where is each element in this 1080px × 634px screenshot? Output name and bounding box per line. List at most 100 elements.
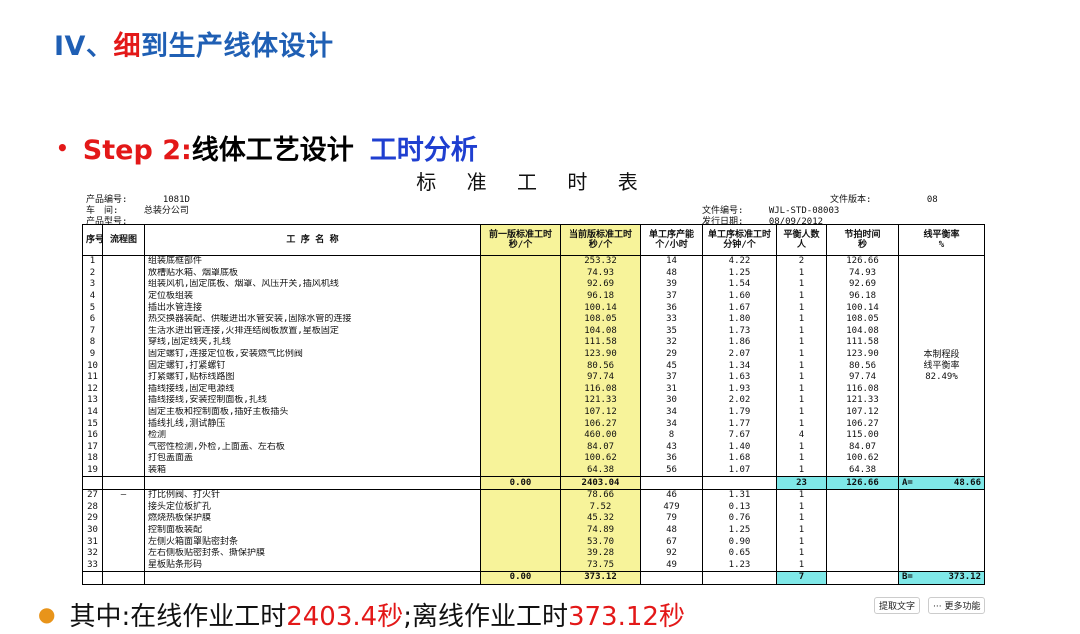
process-name: 左右侧板贴密封条、撕保护膜 xyxy=(144,547,481,560)
table-row: 7 生活水进出管连接,火排连结阀板放置,星板固定 104.08 35 1.73 1 104.… xyxy=(82,325,985,338)
capacity: 45 xyxy=(640,360,703,372)
cur-time: 80.56 xyxy=(560,360,641,372)
table-row: 13 插线接线,安装控制面板,扎线 121.33 30 2.02 1 121.33 xyxy=(82,395,985,407)
row-no: 14 xyxy=(82,406,103,419)
capacity: 56 xyxy=(640,464,703,477)
sum-cur: 2403.04 xyxy=(560,476,641,490)
people: 1 xyxy=(776,418,827,430)
people: 1 xyxy=(776,348,827,361)
flow-cell xyxy=(102,513,145,525)
std-time: 1.67 xyxy=(702,302,777,314)
row-no: 12 xyxy=(82,383,103,396)
table-row: 14 固定主板和控制面板,插好主板插头 107.12 34 1.79 1 107.12 xyxy=(82,406,985,419)
process-name: 气密性检测,外检,上面盖、左右板 xyxy=(144,441,481,454)
std-time: 1.34 xyxy=(702,360,777,372)
process-name: 左侧火箱面罩贴密封条 xyxy=(144,536,481,548)
people: 1 xyxy=(776,267,827,280)
prev-time xyxy=(480,489,561,502)
row-no: 6 xyxy=(82,313,103,326)
sum-blank xyxy=(702,571,777,585)
capacity: 67 xyxy=(640,536,703,548)
process-name: 插出水管连接 xyxy=(144,302,481,314)
balance-note-line: 82.49% xyxy=(925,371,958,382)
col-capacity: 单工序产能 个/小时 xyxy=(640,224,703,256)
more-functions-button[interactable]: ··· 更多功能 xyxy=(928,597,986,614)
std-time: 1.68 xyxy=(702,453,777,465)
sum-balance-value: 48.66 xyxy=(953,477,981,488)
process-name: 热交换器装配、供暖进出水管安装,固除水管的连接 xyxy=(144,313,481,326)
people: 1 xyxy=(776,536,827,548)
cur-time: 100.14 xyxy=(560,302,641,314)
std-time: 7.67 xyxy=(702,429,777,442)
capacity: 33 xyxy=(640,313,703,326)
cur-time: 253.32 xyxy=(560,255,641,268)
process-name: 放槽贴水箱、烟罩底板 xyxy=(144,267,481,280)
beat-time: 111.58 xyxy=(826,337,899,349)
slide-title: IV、细到生产线体设计 xyxy=(54,24,333,63)
extract-text-button[interactable]: 提取文字 xyxy=(874,597,921,614)
beat-time: 97.74 xyxy=(826,371,899,384)
cur-time: 39.28 xyxy=(560,547,641,560)
row-no: 30 xyxy=(82,524,103,537)
people: 1 xyxy=(776,325,827,338)
prev-time xyxy=(480,395,561,407)
row-no: 16 xyxy=(82,429,103,442)
table-row: 12 插线接线,固定电源线 116.08 31 1.93 1 116.08 xyxy=(82,383,985,396)
process-name: 穿线,固定线夹,扎线 xyxy=(144,337,481,349)
beat-time: 64.38 xyxy=(826,464,899,477)
std-time: 1.25 xyxy=(702,524,777,537)
cur-time: 78.66 xyxy=(560,489,641,502)
capacity: 79 xyxy=(640,513,703,525)
process-name: 燃烧热板保护膜 xyxy=(144,513,481,525)
step-heading: • Step 2:线体工艺设计 工时分析 xyxy=(56,128,478,167)
balance-cell xyxy=(898,559,985,572)
sum-row: 0.00 2403.04 23 126.66 A= 48.66 xyxy=(82,476,985,490)
beat-time: 126.66 xyxy=(826,255,899,268)
cur-time: 116.08 xyxy=(560,383,641,396)
cur-time: 73.75 xyxy=(560,559,641,572)
beat-time: 74.93 xyxy=(826,267,899,280)
flow-cell xyxy=(102,406,145,419)
beat-time xyxy=(826,547,899,560)
flow-cell xyxy=(102,547,145,560)
people: 1 xyxy=(776,279,827,291)
row-no: 17 xyxy=(82,441,103,454)
sum-blank xyxy=(640,476,703,490)
standard-time-table: 序号 流程图 工 序 名 称 前一版标准工时 秒/个 当前版标准工时 秒/个 单… xyxy=(82,224,985,585)
prev-time xyxy=(480,290,561,303)
std-time: 1.07 xyxy=(702,464,777,477)
prev-time xyxy=(480,337,561,349)
process-name: 控制面板装配 xyxy=(144,524,481,537)
row-no: 33 xyxy=(82,559,103,572)
people: 1 xyxy=(776,547,827,560)
flow-cell xyxy=(102,559,145,572)
sum-blank xyxy=(82,571,103,585)
flow-cell xyxy=(102,453,145,465)
capacity: 92 xyxy=(640,547,703,560)
beat-time xyxy=(826,489,899,502)
table-row: 30 控制面板装配 74.89 48 1.25 1 xyxy=(82,524,985,537)
flow-cell xyxy=(102,441,145,454)
people: 1 xyxy=(776,453,827,465)
capacity: 35 xyxy=(640,325,703,338)
table-row: 33 星板贴条形码 73.75 49 1.23 1 xyxy=(82,559,985,572)
flow-cell xyxy=(102,429,145,442)
process-name: 插线接线,安装控制面板,扎线 xyxy=(144,395,481,407)
cur-time: 108.05 xyxy=(560,313,641,326)
capacity: 36 xyxy=(640,453,703,465)
summary-online-value: 2403.4秒 xyxy=(286,602,404,632)
prev-time xyxy=(480,547,561,560)
std-time: 1.23 xyxy=(702,559,777,572)
sum-blank xyxy=(144,476,481,490)
table-row: 11 打紧螺钉,贴标线路图 97.74 37 1.63 1 97.74 xyxy=(82,371,985,384)
people: 1 xyxy=(776,337,827,349)
std-time: 2.07 xyxy=(702,348,777,361)
std-time: 1.80 xyxy=(702,313,777,326)
row-no: 31 xyxy=(82,536,103,548)
beat-time: 123.90 xyxy=(826,348,899,361)
title-prefix: IV、 xyxy=(54,31,114,62)
beat-time xyxy=(826,501,899,514)
people: 1 xyxy=(776,501,827,514)
table-row: 3 组装风机,固定底板、烟罩、风压开关,插风机线 92.69 39 1.54 1 92.69 xyxy=(82,279,985,291)
overlay-toolbar: 提取文字 ··· 更多功能 xyxy=(874,597,986,614)
